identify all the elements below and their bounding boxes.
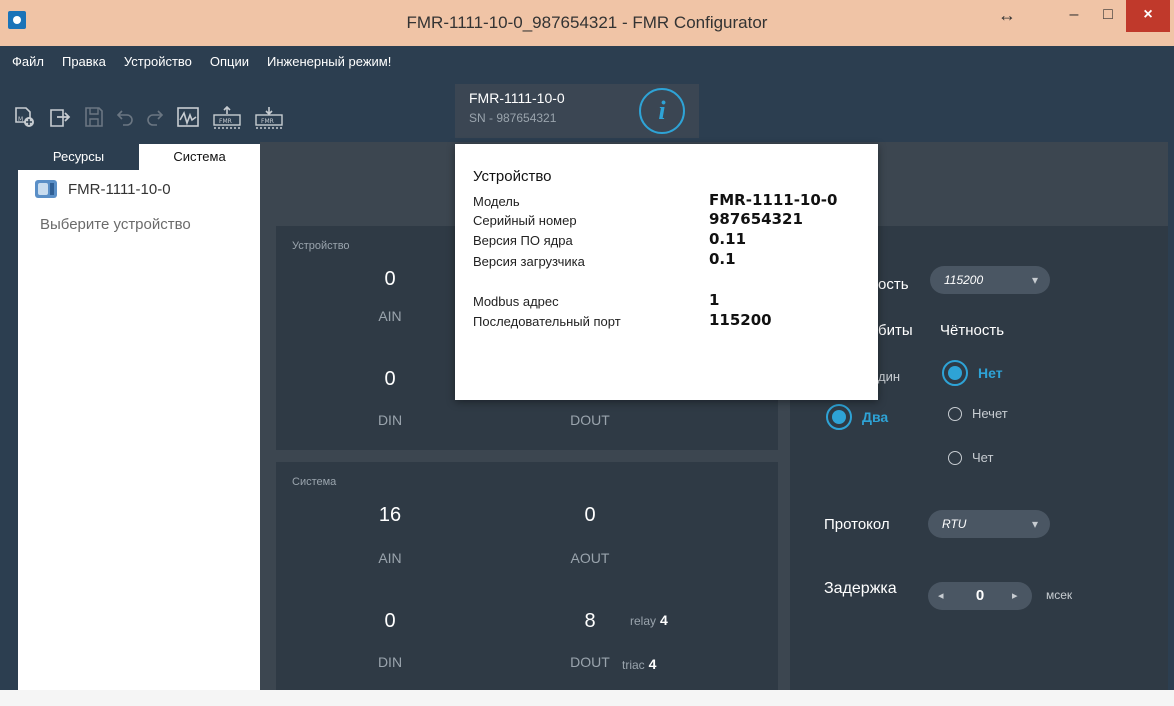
chevron-right-icon[interactable]: ▸ [1012,582,1018,610]
system-card: Система 16 AIN 0 AOUT 0 DIN 8 DOUT relay… [276,462,778,690]
device-selector[interactable]: FMR-1111-10-0 SN - 987654321 i [455,84,699,138]
info-icon: i [658,96,666,125]
chevron-down-icon: ▾ [1031,517,1038,531]
popup-value-bootloader: 0.1 [709,250,736,268]
popup-value-model: FMR-1111-10-0 [709,191,838,209]
menu-file[interactable]: Файл [12,54,44,69]
chevron-down-icon: ▾ [1031,273,1038,287]
monitor-icon[interactable] [176,106,200,128]
tree-item-device[interactable]: FMR-1111-10-0 [34,176,171,202]
maximize-button[interactable]: □ [1091,0,1125,32]
system-dout-label: DOUT [570,654,610,670]
radio-empty-icon [948,406,962,421]
speed-select[interactable]: 115200 ▾ [930,266,1050,294]
system-card-title: Система [292,476,337,488]
parity-label: Чётность [940,322,1005,339]
select-device-hint: Выберите устройство [40,216,191,233]
popup-label-serial-port: Последовательный порт [473,314,621,329]
popup-label-bootloader: Версия загрузчика [473,254,585,269]
menu-bar: Файл Правка Устройство Опции Инженерный … [8,46,405,76]
system-ain-label: AIN [378,550,402,566]
tab-resources[interactable]: Ресурсы [18,144,139,170]
delay-stepper[interactable]: ◂ 0 ▸ [928,582,1032,610]
menu-options[interactable]: Опции [210,54,249,69]
stopbits-two-radio[interactable]: Два [826,404,888,430]
popup-label-serial: Серийный номер [473,213,577,228]
radio-selected-icon [826,404,852,430]
popup-value-modbus: 1 [709,291,720,309]
tree-item-label: FMR-1111-10-0 [68,180,171,198]
menu-edit[interactable]: Правка [62,54,106,69]
undo-icon[interactable] [114,106,138,128]
device-card-title: Устройство [292,240,350,252]
speed-value: 115200 [944,273,984,287]
system-dout-value: 8 [584,610,596,632]
sidebar-tabs: Ресурсы Система [18,144,260,170]
resize-icon[interactable]: ↔ [988,0,1026,32]
stopbits-label: биты [878,322,913,339]
device-din-value: 0 [384,368,396,390]
parity-even-radio[interactable]: Чет [942,450,993,465]
relay-label: relay [630,614,657,628]
device-serial: SN - 987654321 [469,111,557,125]
protocol-label: Протокол [824,516,890,533]
relay-count: relay 4 [630,612,668,628]
relay-value: 4 [660,612,668,628]
info-button[interactable]: i [639,88,685,134]
redo-icon[interactable] [142,106,166,128]
tab-system[interactable]: Система [139,144,260,170]
stopbits-two-label: Два [862,409,889,425]
svg-text:FMR: FMR [219,118,232,125]
popup-label-modbus: Modbus адрес [473,294,559,309]
radio-empty-icon [948,450,962,465]
radio-selected-icon [942,360,968,386]
device-name: FMR-1111-10-0 [469,90,565,106]
popup-value-serial-port: 115200 [709,311,772,329]
new-project-icon[interactable]: M [12,106,36,128]
system-aout-label: AOUT [570,550,610,566]
export-icon[interactable] [48,106,72,128]
popup-value-core-fw: 0.11 [709,230,747,248]
popup-title: Устройство [473,168,552,185]
delay-label: Задержка [824,580,897,597]
system-din-label: DIN [377,654,403,670]
system-aout-value: 0 [584,504,596,526]
parity-odd-radio[interactable]: Нечет [942,406,1008,421]
close-button[interactable]: × [1126,0,1170,32]
sidebar: Ресурсы Система FMR-1111-10-0 Выберите у… [18,144,260,704]
protocol-select[interactable]: RTU ▾ [928,510,1050,538]
svg-text:FMR: FMR [261,118,274,125]
download-from-device-icon[interactable]: FMR [254,106,284,129]
upload-to-device-icon[interactable]: FMR [212,105,242,129]
minimize-button[interactable]: – [1057,0,1091,32]
stopbits-one-label[interactable]: дин [878,369,900,384]
parity-none-label: Нет [978,365,1003,381]
triac-label: triac [622,658,645,672]
device-icon [35,180,57,198]
popup-label-model: Модель [473,194,520,209]
speed-label: ость [878,276,909,293]
triac-value: 4 [648,656,657,672]
device-dout-label: DOUT [570,412,610,428]
svg-text:M: M [18,116,23,123]
parity-odd-label: Нечет [972,406,1008,421]
menu-engineer-mode[interactable]: Инженерный режим! [267,54,391,69]
system-din-value: 0 [384,610,396,632]
status-bar [0,690,1174,706]
title-bar: FMR-1111-10-0_987654321 - FMR Configurat… [0,0,1174,46]
parity-even-label: Чет [972,450,994,465]
triac-count: triac 4 [622,656,656,672]
parity-none-radio[interactable]: Нет [942,360,1003,386]
delay-unit: мсек [1046,588,1073,602]
popup-value-serial: 987654321 [709,210,803,228]
system-ain-value: 16 [378,504,402,526]
save-icon[interactable] [82,106,106,128]
device-din-label: DIN [377,412,403,428]
popup-label-core-fw: Версия ПО ядра [473,233,573,248]
device-info-popup: Устройство Модель FMR-1111-10-0 Серийный… [455,144,878,400]
menu-device[interactable]: Устройство [124,54,192,69]
device-ain-value: 0 [384,268,396,290]
protocol-value: RTU [942,517,967,531]
device-ain-label: AIN [378,308,402,324]
